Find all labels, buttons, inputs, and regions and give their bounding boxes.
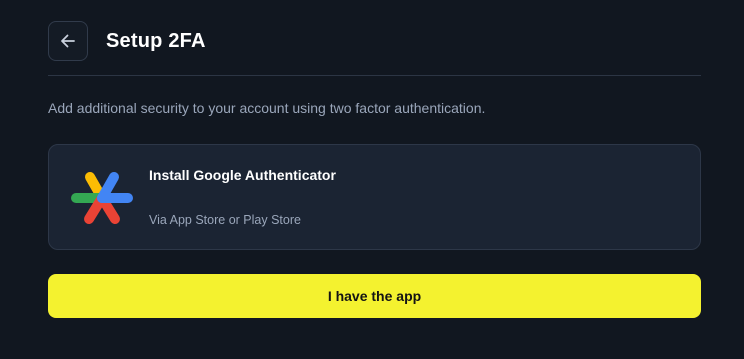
page-description: Add additional security to your account …	[48, 100, 486, 116]
arrow-left-icon	[59, 32, 77, 50]
header-divider	[48, 75, 701, 76]
authenticator-card: Install Google Authenticator Via App Sto…	[48, 144, 701, 250]
google-authenticator-icon	[69, 168, 135, 228]
card-subtitle: Via App Store or Play Store	[149, 213, 301, 227]
page-title: Setup 2FA	[106, 29, 206, 52]
card-title: Install Google Authenticator	[149, 167, 336, 183]
back-button[interactable]	[48, 21, 88, 61]
i-have-the-app-button[interactable]: I have the app	[48, 274, 701, 318]
page-header: Setup 2FA	[48, 20, 701, 62]
